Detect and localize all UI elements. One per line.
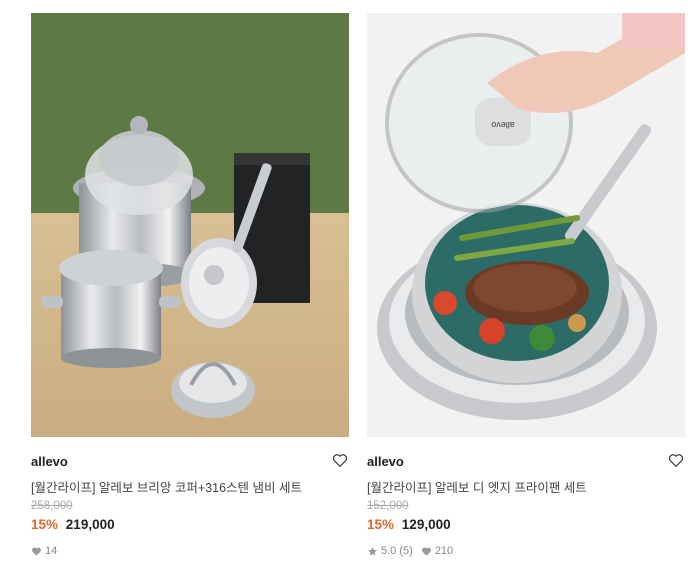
product-image[interactable]: allevo (367, 13, 685, 437)
product-name[interactable]: [월간라이프] 알레보 브리앙 코퍼+316스텐 냄비 세트 (31, 477, 302, 496)
product-name[interactable]: [월간라이프] 알레보 디 엣지 프라이팬 세트 (367, 477, 587, 496)
original-price: 258,000 (31, 500, 73, 512)
star-icon (368, 546, 377, 556)
lid-logo: allevo (491, 120, 515, 130)
like-count: 210 (434, 545, 454, 557)
review-count: (5) (399, 545, 413, 557)
product-stats: 14 (31, 545, 65, 557)
original-price: 152,000 (367, 500, 409, 512)
price-row: 15% 129,000 (367, 517, 451, 532)
product-card[interactable]: allevo [월간라이프] 알레보 브리앙 코퍼+316스텐 냄비 세트 25… (31, 13, 349, 557)
heart-filled-icon (32, 547, 41, 556)
discount-rate: 15% (367, 517, 395, 532)
wishlist-heart-icon[interactable] (667, 451, 685, 469)
price-row: 15% 219,000 (31, 517, 115, 532)
brand-name[interactable]: allevo (31, 454, 68, 469)
discount-rate: 15% (31, 517, 59, 532)
rating-value: 5.0 (381, 545, 397, 557)
sale-price: 219,000 (65, 517, 115, 532)
heart-filled-icon (421, 547, 431, 556)
sale-price: 129,000 (401, 517, 451, 532)
product-stats: 5.0 (5) 210 (367, 545, 461, 557)
wishlist-heart-icon[interactable] (331, 451, 349, 469)
brand-name[interactable]: allevo (367, 454, 404, 469)
like-count: 14 (45, 545, 58, 557)
product-card[interactable]: allevo allevo [월간라이프] 알레보 디 엣지 프라이팬 세트 1… (367, 13, 685, 557)
product-image[interactable] (31, 13, 349, 437)
